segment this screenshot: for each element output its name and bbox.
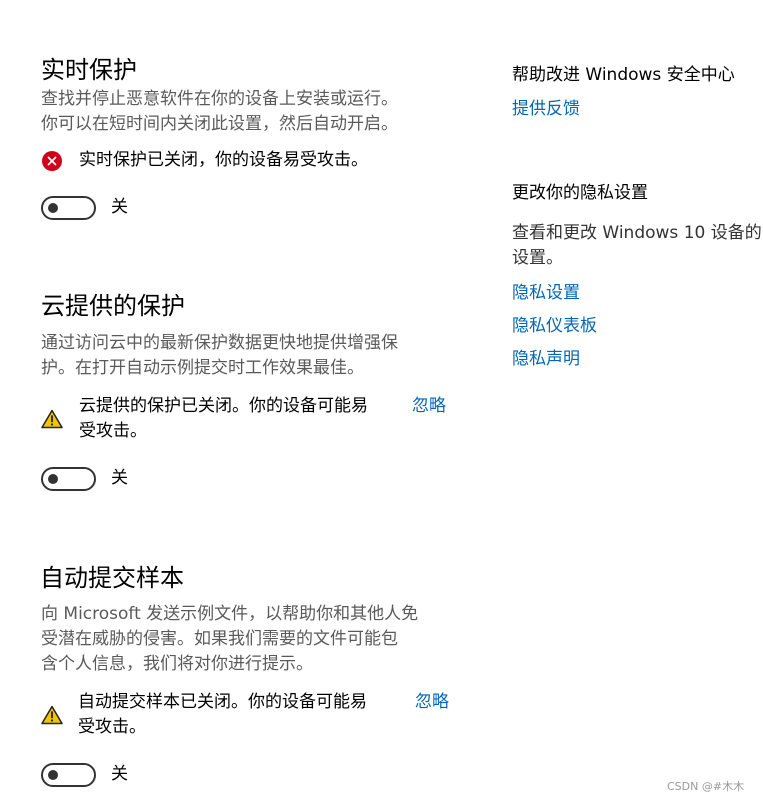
privacy-dashboard-link[interactable]: 隐私仪表板 xyxy=(512,314,597,339)
sample-desc-line1: 向 Microsoft 发送示例文件，以帮助你和其他人免 xyxy=(41,604,419,624)
cloud-desc-line2: 护。在打开自动示例提交时工作效果最佳。 xyxy=(41,358,364,378)
cloud-status-text: 云提供的保护已关闭。你的设备可能易 受攻击。 xyxy=(79,394,409,444)
cloud-status: 云提供的保护已关闭。你的设备可能易 受攻击。 忽略 xyxy=(41,394,461,444)
toggle-knob xyxy=(48,474,58,484)
warning-icon xyxy=(41,705,63,725)
toggle-track[interactable] xyxy=(41,196,96,220)
cloud-desc-line1: 通过访问云中的最新保护数据更快地提供增强保 xyxy=(41,333,398,353)
cloud-toggle-label: 关 xyxy=(111,468,128,488)
cloud-status-line1: 云提供的保护已关闭。你的设备可能易 xyxy=(79,396,368,416)
sample-status-text: 自动提交样本已关闭。你的设备可能易 受攻击。 xyxy=(78,690,413,740)
privacy-statement-link[interactable]: 隐私声明 xyxy=(512,347,580,372)
sample-status-line1: 自动提交样本已关闭。你的设备可能易 xyxy=(78,692,367,712)
privacy-settings-link[interactable]: 隐私设置 xyxy=(512,281,580,306)
sample-status: 自动提交样本已关闭。你的设备可能易 受攻击。 忽略 xyxy=(41,690,461,740)
cloud-description: 通过访问云中的最新保护数据更快地提供增强保 护。在打开自动示例提交时工作效果最佳… xyxy=(41,331,398,381)
privacy-description: 查看和更改 Windows 10 设备的 设置。 xyxy=(512,221,763,271)
toggle-track[interactable] xyxy=(41,467,96,491)
realtime-status: 实时保护已关闭，你的设备易受攻击。 xyxy=(41,148,461,173)
watermark: CSDN @#木木 xyxy=(667,780,745,793)
toggle-knob xyxy=(48,770,58,780)
privacy-text-line2: 设置。 xyxy=(512,248,563,268)
sample-status-line2: 受攻击。 xyxy=(78,717,146,737)
feedback-link[interactable]: 提供反馈 xyxy=(512,97,580,122)
toggle-knob xyxy=(48,203,58,213)
help-heading: 帮助改进 Windows 安全中心 xyxy=(512,65,735,85)
toggle-track[interactable] xyxy=(41,763,96,787)
sample-dismiss-link[interactable]: 忽略 xyxy=(415,690,449,715)
realtime-desc-line1: 查找并停止恶意软件在你的设备上安装或运行。 xyxy=(41,89,398,109)
warning-icon xyxy=(41,409,63,429)
realtime-description: 查找并停止恶意软件在你的设备上安装或运行。 你可以在短时间内关闭此设置，然后自动… xyxy=(41,87,398,137)
cloud-dismiss-link[interactable]: 忽略 xyxy=(412,394,446,419)
sample-description: 向 Microsoft 发送示例文件，以帮助你和其他人免 受潜在威胁的侵害。如果… xyxy=(41,602,418,677)
privacy-text-line1: 查看和更改 Windows 10 设备的 xyxy=(512,223,762,243)
sample-desc-line3: 含个人信息，我们将对你进行提示。 xyxy=(41,654,313,674)
realtime-desc-line2: 你可以在短时间内关闭此设置，然后自动开启。 xyxy=(41,114,398,134)
realtime-title: 实时保护 xyxy=(41,56,137,84)
sample-toggle-label: 关 xyxy=(111,764,128,784)
realtime-toggle[interactable]: 关 xyxy=(41,196,141,220)
cloud-title: 云提供的保护 xyxy=(41,292,185,320)
realtime-status-text: 实时保护已关闭，你的设备易受攻击。 xyxy=(79,150,368,170)
cloud-status-line2: 受攻击。 xyxy=(79,421,147,441)
cloud-toggle[interactable]: 关 xyxy=(41,467,141,491)
sample-title: 自动提交样本 xyxy=(40,564,184,592)
privacy-heading: 更改你的隐私设置 xyxy=(512,183,648,203)
sample-toggle[interactable]: 关 xyxy=(41,763,141,787)
error-circle-icon xyxy=(42,151,62,171)
sample-desc-line2: 受潜在威胁的侵害。如果我们需要的文件可能包 xyxy=(41,629,398,649)
realtime-toggle-label: 关 xyxy=(111,197,128,217)
